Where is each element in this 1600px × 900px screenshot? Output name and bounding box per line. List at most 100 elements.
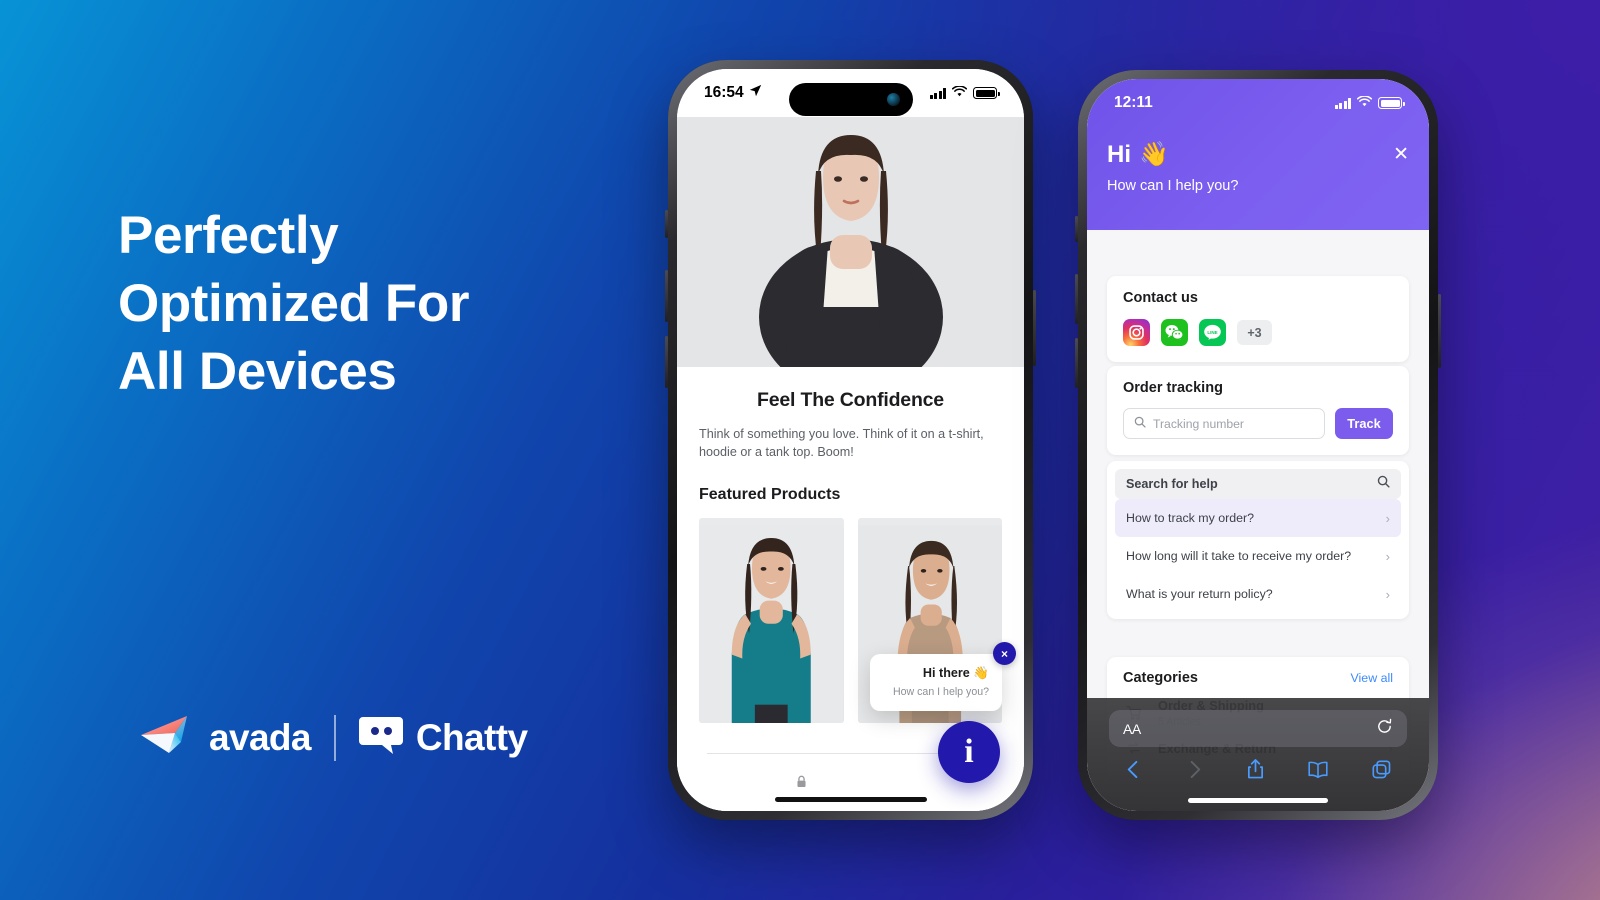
avada-wordmark: avada — [209, 716, 312, 758]
widget-subtitle: How can I help you? — [1107, 178, 1239, 194]
chevron-right-icon[interactable] — [1185, 759, 1204, 785]
store-heading: Feel The Confidence — [757, 389, 944, 411]
address-bar[interactable]: AA — [1109, 710, 1407, 747]
search-icon — [1377, 475, 1390, 493]
brand-divider — [333, 714, 336, 761]
featured-products-heading: Featured Products — [699, 485, 841, 503]
chat-greeting-label: Hi there — [922, 666, 970, 680]
volume-down-button[interactable] — [1075, 338, 1078, 388]
hero-model-photo — [758, 135, 943, 367]
avada-mark-icon — [140, 713, 198, 762]
chevron-right-icon: › — [1385, 510, 1390, 526]
info-icon: i — [964, 733, 974, 770]
chat-greeting-bubble[interactable]: × Hi there 👋 How can I help you? — [870, 642, 1016, 711]
phone2-screen: 12:11 ✕ Hi 👋 How can I help you? Contact… — [1087, 79, 1429, 811]
headline-line-2: Optimized For — [118, 274, 470, 334]
text-size-button[interactable]: AA — [1123, 721, 1141, 737]
status-time: 12:11 — [1114, 94, 1153, 111]
volume-up-button[interactable] — [1075, 274, 1078, 324]
order-tracking-form: Tracking number Track — [1123, 408, 1393, 439]
home-indicator — [774, 797, 927, 802]
headline-line-1: Perfectly — [118, 206, 339, 265]
tracking-number-placeholder: Tracking number — [1153, 416, 1244, 431]
book-icon[interactable] — [1307, 760, 1329, 784]
tabs-icon[interactable] — [1371, 759, 1392, 785]
waving-hand-icon: 👋 — [973, 666, 989, 680]
status-indicators — [1334, 94, 1405, 112]
product-image-teal — [699, 525, 844, 723]
order-tracking-title: Order tracking — [1123, 380, 1223, 396]
dynamic-island — [788, 83, 913, 116]
phone1-screen: 16:54 Feel The Confidence Think of somet… — [677, 69, 1024, 811]
tracking-number-input[interactable]: Tracking number — [1123, 408, 1325, 439]
help-panel: Search for help How to track my order? ›… — [1107, 461, 1409, 619]
product-card[interactable] — [699, 517, 844, 723]
chevron-left-icon[interactable] — [1124, 759, 1143, 785]
faq-item[interactable]: What is your return policy? › — [1115, 575, 1401, 613]
more-channels-badge[interactable]: +3 — [1237, 320, 1272, 345]
chatty-bubble-icon — [358, 715, 403, 760]
brand-lockup: avada Chatty — [140, 713, 528, 762]
categories-title: Categories — [1123, 670, 1198, 686]
faq-label: How long will it take to receive my orde… — [1126, 549, 1352, 563]
widget-greeting: Hi 👋 — [1107, 140, 1409, 169]
faq-label: What is your return policy? — [1126, 587, 1273, 601]
instagram-icon[interactable] — [1123, 319, 1150, 346]
contact-panel: Contact us LINE +3 — [1107, 276, 1409, 362]
status-time-group: 12:11 — [1114, 94, 1153, 112]
power-button[interactable] — [1438, 294, 1441, 368]
chat-close-icon[interactable]: × — [993, 642, 1016, 665]
location-arrow-icon — [749, 84, 762, 102]
chat-greeting-subtitle: How can I help you? — [893, 686, 989, 698]
faq-item[interactable]: How to track my order? › — [1115, 499, 1401, 537]
page-title: Perfectly Optimized For All Devices — [118, 202, 678, 406]
store-description: Think of something you love. Think of it… — [699, 427, 984, 460]
cellular-bars-icon — [1334, 97, 1351, 109]
mute-switch[interactable] — [1075, 216, 1078, 242]
chat-widget-page: 12:11 ✕ Hi 👋 How can I help you? Contact… — [1087, 79, 1429, 811]
lock-icon — [796, 775, 807, 793]
status-time: 16:54 — [704, 84, 744, 101]
front-camera-icon — [886, 93, 900, 106]
faq-item[interactable]: How long will it take to receive my orde… — [1115, 537, 1401, 575]
cellular-bars-icon — [929, 87, 946, 99]
widget-close-icon[interactable]: ✕ — [1393, 143, 1409, 166]
status-bar: 12:11 — [1087, 79, 1429, 127]
chatty-logo: Chatty — [358, 715, 528, 760]
power-button[interactable] — [1033, 290, 1036, 366]
status-time-group: 16:54 — [704, 84, 762, 102]
chat-header: 12:11 ✕ Hi 👋 How can I help you? — [1087, 79, 1429, 230]
view-all-link[interactable]: View all — [1351, 671, 1393, 685]
wifi-icon — [1356, 94, 1373, 112]
share-icon[interactable] — [1246, 758, 1265, 785]
chat-launcher-button[interactable]: i — [938, 721, 1000, 783]
home-indicator — [1188, 798, 1328, 803]
safari-tabbar — [1087, 758, 1429, 785]
help-search-input[interactable]: Search for help — [1115, 469, 1401, 499]
hero-image — [677, 117, 1024, 367]
safari-toolbar: AA — [1087, 698, 1429, 811]
chatty-wordmark: Chatty — [415, 716, 528, 758]
phone-chat-widget: 12:11 ✕ Hi 👋 How can I help you? Contact… — [1075, 70, 1441, 820]
avada-logo: avada — [140, 713, 312, 762]
status-indicators — [929, 84, 1000, 102]
mute-switch[interactable] — [665, 210, 668, 238]
order-tracking-panel: Order tracking Tracking number Track — [1107, 366, 1409, 455]
reload-icon[interactable] — [1376, 718, 1393, 740]
wechat-icon[interactable] — [1161, 319, 1188, 346]
waving-hand-icon: 👋 — [1139, 141, 1169, 168]
volume-up-button[interactable] — [665, 270, 668, 322]
search-icon — [1134, 415, 1146, 433]
contact-channels: LINE +3 — [1123, 319, 1393, 346]
phone-storefront: 16:54 Feel The Confidence Think of somet… — [665, 60, 1036, 820]
svg-text:LINE: LINE — [1207, 330, 1217, 335]
wifi-icon — [951, 84, 968, 102]
faq-label: How to track my order? — [1126, 511, 1255, 525]
contact-title: Contact us — [1123, 290, 1198, 306]
line-icon[interactable]: LINE — [1199, 319, 1226, 346]
categories-header: Categories View all — [1123, 670, 1393, 686]
chevron-right-icon: › — [1385, 586, 1390, 602]
widget-greeting-label: Hi — [1107, 140, 1131, 168]
volume-down-button[interactable] — [665, 336, 668, 388]
track-button[interactable]: Track — [1335, 408, 1393, 439]
